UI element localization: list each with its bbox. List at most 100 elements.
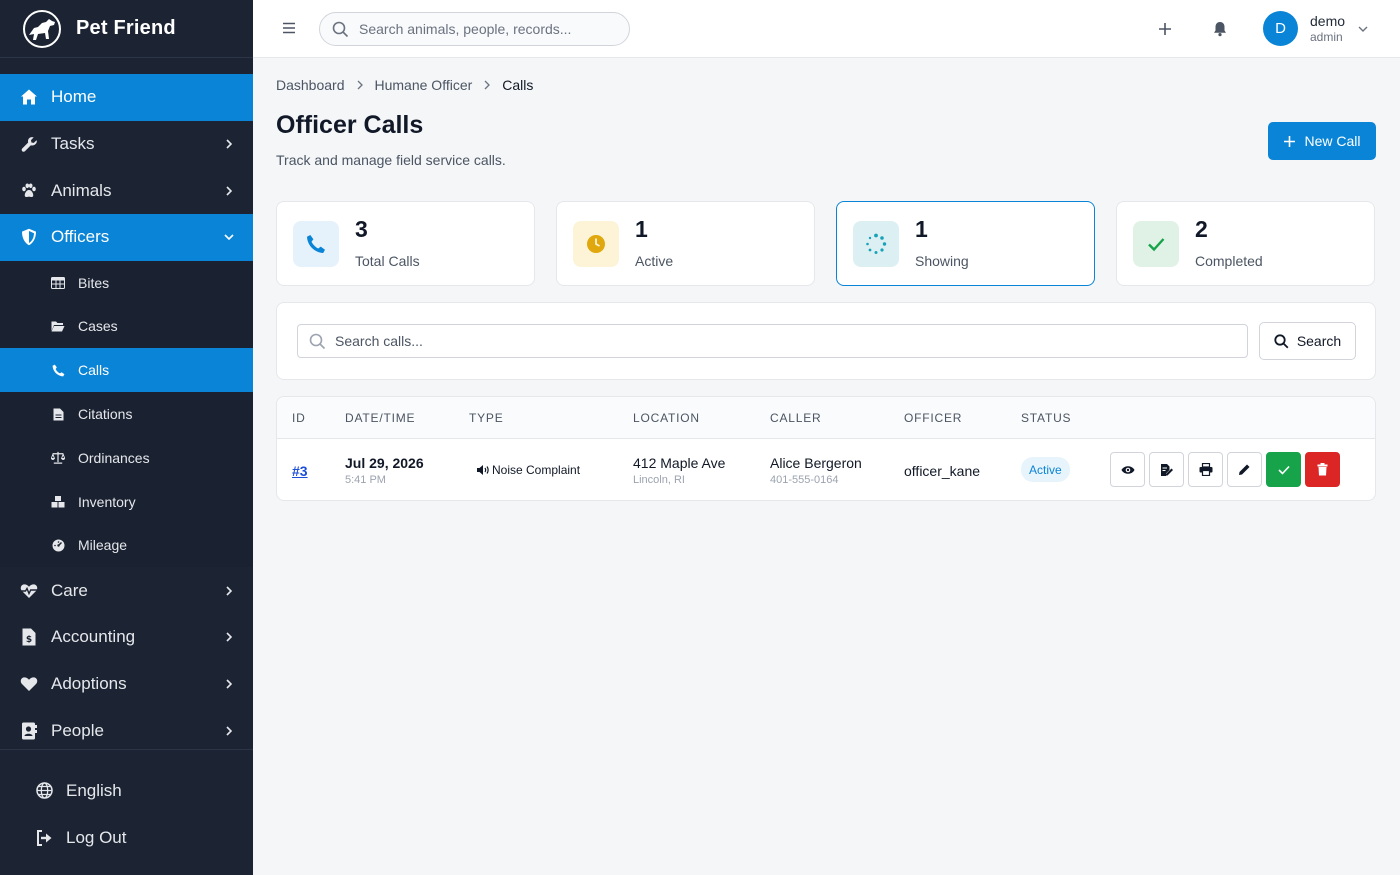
gauge-icon bbox=[51, 538, 65, 552]
search-icon bbox=[332, 21, 349, 37]
sidebar-subitem-inventory[interactable]: Inventory bbox=[0, 480, 253, 524]
stat-value: 3 bbox=[355, 216, 368, 242]
sidebar-item-adoptions[interactable]: Adoptions bbox=[0, 661, 253, 708]
chevron-right-icon bbox=[226, 726, 233, 736]
column-header-datetime[interactable]: DATE/TIME bbox=[345, 411, 415, 425]
global-search[interactable] bbox=[319, 12, 630, 46]
sidebar-subitem-citations[interactable]: Citations bbox=[0, 392, 253, 436]
sidebar-item-label: Tasks bbox=[51, 134, 95, 154]
status-badge: Active bbox=[1021, 457, 1070, 482]
print-button[interactable] bbox=[1188, 452, 1223, 487]
table-icon bbox=[51, 276, 65, 290]
sidebar-subitem-label: Cases bbox=[78, 318, 118, 335]
bell-icon[interactable] bbox=[1211, 20, 1229, 38]
calls-table: ID DATE/TIME TYPE LOCATION CALLER OFFICE… bbox=[276, 396, 1376, 501]
sidebar-subitem-cases[interactable]: Cases bbox=[0, 305, 253, 349]
table-row: #3 Jul 29, 2026 5:41 PM Noise Complaint … bbox=[277, 439, 1375, 501]
stat-label: Completed bbox=[1195, 253, 1263, 269]
calls-search-box[interactable] bbox=[297, 324, 1248, 358]
trash-icon bbox=[1317, 463, 1328, 476]
sidebar-item-label: Animals bbox=[51, 180, 112, 200]
sidebar-subitem-calls[interactable]: Calls bbox=[0, 348, 253, 393]
edit-button[interactable] bbox=[1227, 452, 1262, 487]
sidebar-item-officers[interactable]: Officers bbox=[0, 214, 253, 261]
stat-total-calls[interactable]: 3 Total Calls bbox=[276, 201, 535, 286]
call-time: 5:41 PM bbox=[345, 474, 386, 486]
sidebar-subitem-label: Ordinances bbox=[78, 449, 150, 466]
add-icon[interactable] bbox=[1156, 20, 1174, 38]
document-icon bbox=[51, 407, 65, 421]
complete-button[interactable] bbox=[1266, 452, 1301, 487]
stat-label: Showing bbox=[915, 253, 969, 269]
search-icon bbox=[1274, 333, 1289, 348]
language-selector[interactable]: English bbox=[0, 767, 253, 814]
menu-toggle-icon[interactable] bbox=[281, 20, 297, 36]
stat-value: 1 bbox=[915, 216, 928, 242]
edit-notes-button[interactable] bbox=[1149, 452, 1184, 487]
row-actions bbox=[1110, 452, 1340, 487]
stat-label: Total Calls bbox=[355, 253, 420, 269]
logout-label: Log Out bbox=[66, 827, 127, 847]
phone-icon bbox=[51, 363, 65, 377]
sidebar-item-tasks[interactable]: Tasks bbox=[0, 121, 253, 168]
stat-completed[interactable]: 2 Completed bbox=[1116, 201, 1375, 286]
chevron-right-icon bbox=[357, 80, 363, 90]
brand[interactable]: Pet Friend bbox=[0, 0, 253, 58]
breadcrumb-dashboard[interactable]: Dashboard bbox=[276, 77, 345, 93]
search-button[interactable]: Search bbox=[1259, 322, 1356, 360]
sidebar-item-animals[interactable]: Animals bbox=[0, 167, 253, 214]
column-header-location[interactable]: LOCATION bbox=[633, 411, 700, 425]
chevron-down-icon bbox=[224, 234, 234, 241]
check-icon bbox=[1277, 465, 1290, 475]
folder-icon bbox=[51, 319, 65, 333]
column-header-status[interactable]: STATUS bbox=[1021, 411, 1071, 425]
call-type: Noise Complaint bbox=[476, 463, 580, 477]
stats-row: 3 Total Calls 1 Active 1 Showing 2 Compl… bbox=[276, 201, 1376, 286]
logout-button[interactable]: Log Out bbox=[0, 814, 253, 861]
sidebar-item-accounting[interactable]: $ Accounting bbox=[0, 614, 253, 661]
stat-showing[interactable]: 1 Showing bbox=[836, 201, 1095, 286]
avatar: D bbox=[1263, 11, 1298, 46]
svg-text:$: $ bbox=[26, 635, 32, 645]
speaker-icon bbox=[477, 465, 489, 475]
sidebar-item-care[interactable]: Care bbox=[0, 567, 253, 614]
stat-active[interactable]: 1 Active bbox=[556, 201, 815, 286]
column-header-officer[interactable]: OFFICER bbox=[904, 411, 962, 425]
user-role: admin bbox=[1310, 29, 1343, 44]
delete-button[interactable] bbox=[1305, 452, 1340, 487]
sidebar: Pet Friend Home Tasks Animals Officers B… bbox=[0, 0, 253, 875]
view-button[interactable] bbox=[1110, 452, 1145, 487]
call-location: 412 Maple Ave bbox=[633, 455, 726, 471]
sidebar-item-label: Adoptions bbox=[51, 674, 127, 694]
page-title: Officer Calls bbox=[276, 111, 424, 139]
home-icon bbox=[20, 88, 38, 106]
global-search-input[interactable] bbox=[359, 21, 619, 37]
contact-card-icon bbox=[20, 722, 38, 740]
user-menu[interactable]: D demo admin bbox=[1263, 11, 1369, 46]
calls-search-input[interactable] bbox=[335, 333, 1215, 349]
sidebar-item-home[interactable]: Home bbox=[0, 74, 253, 121]
sidebar-item-people[interactable]: People bbox=[0, 707, 253, 754]
new-call-button[interactable]: New Call bbox=[1268, 122, 1376, 160]
column-header-type[interactable]: TYPE bbox=[469, 411, 504, 425]
sidebar-nav: Home Tasks Animals Officers Bites Cases … bbox=[0, 74, 253, 754]
table-header: ID DATE/TIME TYPE LOCATION CALLER OFFICE… bbox=[277, 397, 1375, 439]
stat-value: 1 bbox=[635, 216, 648, 242]
column-header-caller[interactable]: CALLER bbox=[770, 411, 822, 425]
sidebar-footer: English Log Out bbox=[0, 749, 253, 861]
new-call-label: New Call bbox=[1304, 133, 1361, 149]
breadcrumb-humane-officer[interactable]: Humane Officer bbox=[375, 77, 473, 93]
brand-name: Pet Friend bbox=[76, 17, 176, 39]
chevron-down-icon bbox=[1358, 26, 1368, 32]
sidebar-subitem-ordinances[interactable]: Ordinances bbox=[0, 436, 253, 480]
shield-icon bbox=[20, 228, 38, 246]
topbar: D demo admin bbox=[253, 0, 1400, 58]
sidebar-subitem-bites[interactable]: Bites bbox=[0, 261, 253, 305]
chevron-right-icon bbox=[226, 632, 233, 642]
dog-logo-icon bbox=[23, 9, 61, 48]
call-city: Lincoln, RI bbox=[633, 474, 685, 486]
sidebar-subitem-mileage[interactable]: Mileage bbox=[0, 524, 253, 568]
officers-submenu: Bites Cases Calls Citations Ordinances I… bbox=[0, 260, 253, 568]
column-header-id[interactable]: ID bbox=[292, 411, 306, 425]
call-id-link[interactable]: #3 bbox=[292, 463, 308, 479]
